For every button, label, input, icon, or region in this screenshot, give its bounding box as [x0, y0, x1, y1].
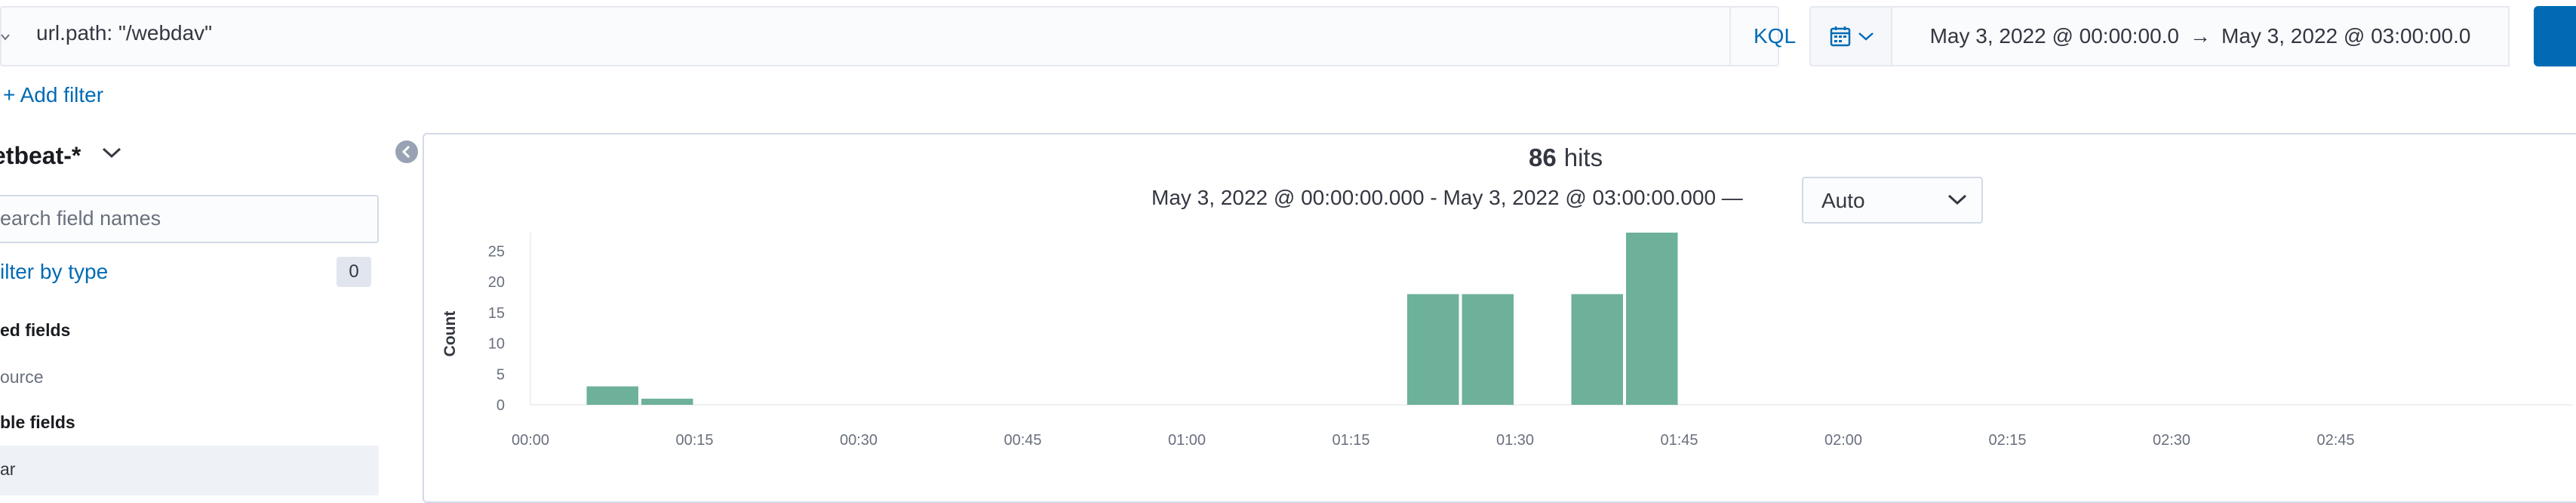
chevron-down-icon[interactable]: [101, 145, 122, 164]
calendar-icon: [1830, 26, 1851, 47]
available-field-item[interactable]: ar: [0, 459, 15, 480]
histogram-bar: [1626, 233, 1678, 405]
histogram-bar: [1462, 294, 1514, 405]
index-pattern-name[interactable]: etbeat-*: [0, 142, 81, 170]
selected-field-item[interactable]: ource: [0, 367, 44, 387]
quick-menu-button[interactable]: [1809, 6, 1892, 66]
hits-count: 86: [1529, 143, 1557, 171]
filter-by-type-button[interactable]: ilter by type: [0, 260, 108, 284]
query-bar[interactable]: [0, 6, 1779, 66]
y-tick-label: 5: [496, 366, 505, 383]
x-tick-label: 00:00: [512, 432, 549, 449]
x-tick-label: 00:30: [840, 432, 878, 449]
chevron-down-icon: [1858, 32, 1874, 41]
chevron-down-icon[interactable]: [1947, 192, 1968, 211]
arrow-right-icon: →: [2190, 24, 2211, 48]
histogram-bar: [586, 386, 638, 405]
hits-label: hits: [1563, 143, 1603, 171]
query-menu-chevron-icon[interactable]: [0, 27, 11, 47]
collapse-left-icon[interactable]: [395, 140, 418, 163]
interval-value[interactable]: Auto: [1821, 189, 1865, 213]
add-filter-button[interactable]: + Add filter: [3, 83, 103, 107]
query-input[interactable]: url.path: "/webdav": [36, 21, 212, 45]
y-tick-label: 10: [488, 336, 505, 353]
search-field-placeholder: earch field names: [0, 207, 161, 230]
refresh-button[interactable]: [2534, 6, 2576, 66]
y-tick-label: 0: [496, 397, 505, 414]
x-tick-label: 01:30: [1496, 432, 1534, 449]
x-tick-label: 02:15: [1988, 432, 2026, 449]
y-tick-label: 20: [488, 274, 505, 291]
available-field-row[interactable]: [0, 446, 379, 495]
selected-fields-heading: ed fields: [0, 320, 71, 340]
x-tick-label: 02:00: [1824, 432, 1862, 449]
filter-count-badge: 0: [337, 257, 371, 287]
histogram-bar: [1571, 294, 1623, 405]
x-tick-label: 01:00: [1168, 432, 1206, 449]
y-tick-label: 15: [488, 305, 505, 322]
x-tick-label: 01:15: [1332, 432, 1369, 449]
date-range[interactable]: May 3, 2022 @ 00:00:00.0 → May 3, 2022 @…: [1891, 6, 2510, 66]
end-date[interactable]: May 3, 2022 @ 03:00:00.0: [2221, 24, 2470, 48]
histogram-bar: [1407, 294, 1459, 405]
query-language-button[interactable]: KQL: [1729, 6, 1818, 66]
x-tick-label: 00:15: [675, 432, 713, 449]
hits-counter: 86 hits: [1529, 143, 1603, 172]
histogram-bar: [641, 398, 693, 405]
time-range-label: May 3, 2022 @ 00:00:00.000 - May 3, 2022…: [1151, 186, 1743, 209]
histogram-chart: 0 5 10 15 20 25 Count 00:00 00:15 00:30 00:45 01:00…: [441, 233, 2573, 449]
y-tick-label: 25: [488, 243, 505, 260]
start-date[interactable]: May 3, 2022 @ 00:00:00.0: [1930, 24, 2179, 48]
y-axis-label: Count: [441, 311, 459, 357]
x-tick-label: 02:45: [2316, 432, 2354, 449]
x-tick-label: 01:45: [1660, 432, 1698, 449]
x-tick-label: 02:30: [2153, 432, 2190, 449]
available-fields-heading: ble fields: [0, 412, 75, 432]
x-tick-label: 00:45: [1004, 432, 1041, 449]
